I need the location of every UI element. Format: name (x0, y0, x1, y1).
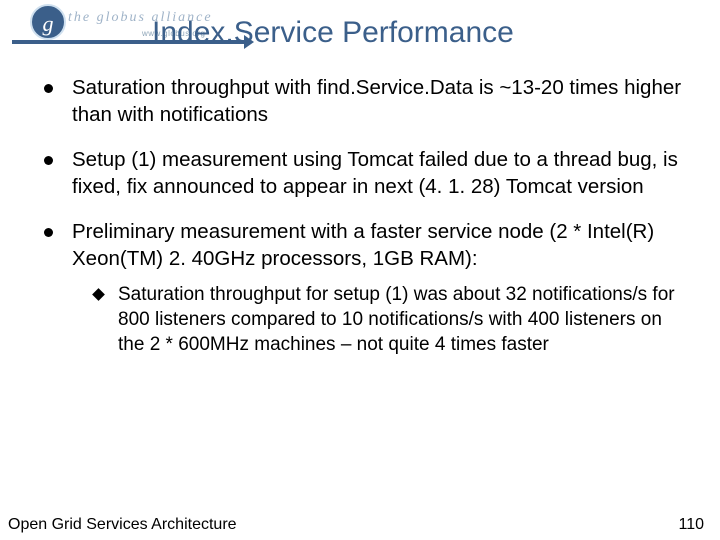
page-number: 110 (678, 516, 704, 534)
bullet-text: Preliminary measurement with a faster se… (72, 220, 654, 270)
bullet-item: Saturation throughput with find.Service.… (36, 74, 690, 128)
logo-g-icon: g (30, 4, 66, 40)
slide-title: Index.Service Performance (152, 16, 514, 50)
bullet-item: Setup (1) measurement using Tomcat faile… (36, 146, 690, 200)
slide-body: Saturation throughput with find.Service.… (36, 74, 690, 376)
footer-left: Open Grid Services Architecture (8, 516, 237, 534)
bullet-item: Preliminary measurement with a faster se… (36, 218, 690, 357)
sub-bullet-item: Saturation throughput for setup (1) was … (72, 282, 690, 357)
